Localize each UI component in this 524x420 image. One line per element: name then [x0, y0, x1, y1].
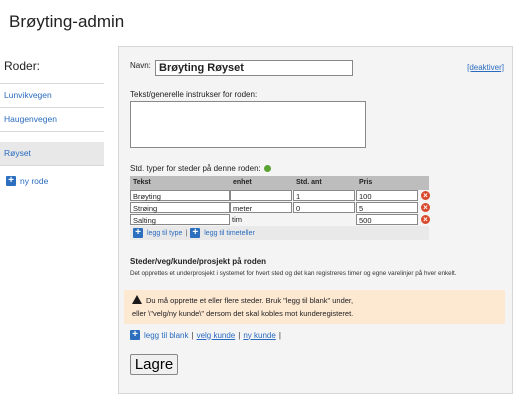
header-tekst: Tekst [133, 179, 151, 186]
warning-text-2: eller \"velg/ny kunde\" dersom det skal … [132, 309, 354, 318]
plus-icon[interactable]: + [130, 330, 140, 340]
table-row: Brøyting 1 100 × [130, 190, 430, 202]
deactivate-link[interactable]: [deaktiver] [467, 63, 504, 72]
pris-input[interactable]: 5 [356, 202, 418, 213]
plus-icon[interactable]: + [133, 228, 143, 238]
instructions-label: Tekst/generelle instrukser for roden: [130, 90, 258, 99]
pris-input[interactable]: 100 [356, 190, 418, 201]
tekst-input[interactable]: Salting [130, 214, 230, 225]
name-input[interactable]: Brøyting Røyset [155, 60, 353, 76]
plus-icon: + [6, 176, 16, 186]
add-rode-button[interactable]: + ny rode [0, 166, 104, 186]
add-place-links: + legg til blank | velg kunde | ny kunde… [130, 330, 284, 340]
add-timeteller-link[interactable]: legg til timeteller [204, 230, 255, 237]
separator: | [278, 330, 281, 340]
save-button[interactable]: Lagre [130, 354, 178, 375]
add-type-link[interactable]: legg til type [147, 230, 182, 237]
separator: | [191, 330, 194, 340]
header-std-ant: Std. ant [296, 179, 322, 186]
add-rode-label: ny rode [20, 176, 49, 186]
warning-line-1: Du må opprette et eller flere steder. Br… [132, 294, 505, 307]
sidebar-item-haugenvegen[interactable]: Haugenvegen [0, 108, 104, 132]
sidebar: Roder: Lunvikvegen Haugenvegen Røyset + … [0, 48, 104, 186]
types-label: Std. typer for steder på denne roden: [130, 164, 271, 173]
types-label-text: Std. typer for steder på denne roden: [130, 164, 261, 173]
rode-form-panel: Navn: Brøyting Røyset [deaktiver] Tekst/… [118, 46, 513, 394]
app-title: Brøyting-admin [9, 12, 125, 31]
enhet-input[interactable]: meter [230, 202, 292, 213]
header-pris: Pris [359, 179, 373, 186]
plus-icon[interactable]: + [190, 228, 201, 238]
pris-input[interactable]: 500 [356, 214, 418, 225]
warning-box: Du må opprette et eller flere steder. Br… [124, 290, 505, 324]
header-enhet: enhet [233, 179, 252, 186]
sidebar-item-lunvikvegen[interactable]: Lunvikvegen [0, 84, 104, 108]
warning-icon [132, 295, 142, 304]
places-section-title: Steder/veg/kunde/prosjekt på roden [130, 257, 267, 266]
instructions-textarea[interactable] [130, 101, 366, 148]
tekst-input[interactable]: Strøing [130, 202, 230, 213]
sidebar-heading: Roder: [0, 48, 104, 84]
tekst-input[interactable]: Brøyting [130, 190, 230, 201]
table-header: Tekst enhet Std. ant Pris [130, 176, 429, 190]
types-table: Tekst enhet Std. ant Pris Brøyting 1 100… [130, 176, 430, 240]
separator: | [185, 229, 188, 237]
sidebar-item-royset[interactable]: Røyset [0, 142, 104, 166]
std-ant-input[interactable]: 0 [293, 202, 355, 213]
std-ant-value [293, 214, 355, 225]
help-icon[interactable] [263, 165, 271, 172]
enhet-value: tim [232, 215, 242, 224]
new-customer-link[interactable]: ny kunde [243, 331, 275, 340]
table-footer: + legg til type | + legg til timeteller [130, 226, 429, 240]
remove-row-icon[interactable]: × [421, 191, 430, 200]
std-ant-input[interactable]: 1 [293, 190, 355, 201]
remove-row-icon[interactable]: × [421, 215, 430, 224]
table-row: Strøing meter 0 5 × [130, 202, 430, 214]
remove-row-icon[interactable]: × [421, 203, 430, 212]
choose-customer-link[interactable]: velg kunde [197, 331, 236, 340]
warning-text-1: Du må opprette et eller flere steder. Br… [146, 296, 354, 305]
add-blank-link[interactable]: legg til blank [144, 331, 188, 340]
name-label: Navn: [130, 61, 151, 70]
separator: | [238, 330, 241, 340]
places-section-description: Det opprettes et underprosjekt i systeme… [130, 270, 457, 277]
table-row: Salting tim 500 × [130, 214, 430, 226]
enhet-input[interactable] [230, 190, 292, 201]
